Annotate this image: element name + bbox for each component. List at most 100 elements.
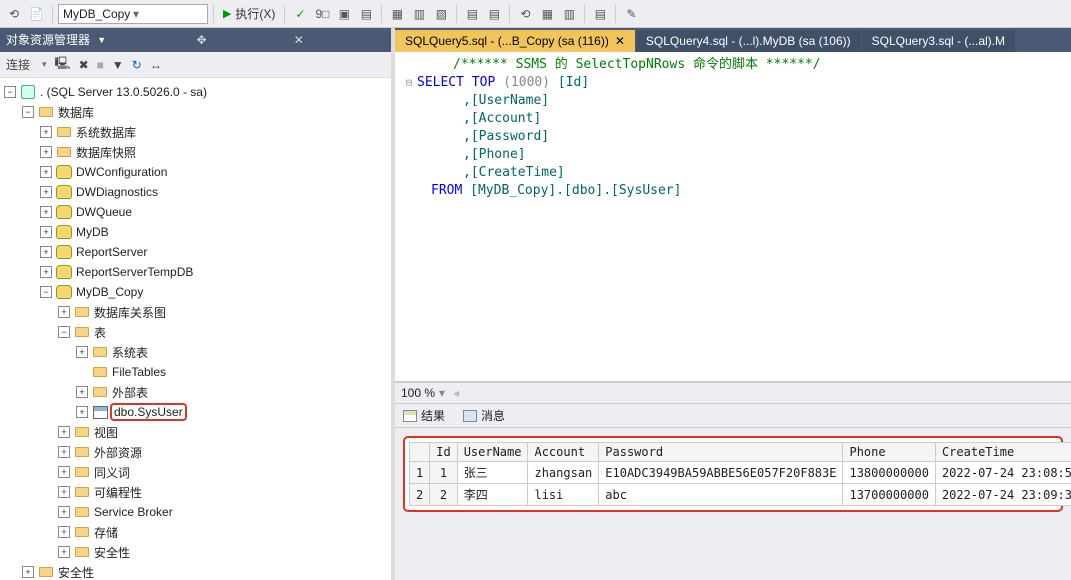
comment-icon[interactable]: ▧: [431, 3, 451, 25]
security2-node[interactable]: +安全性: [0, 562, 391, 580]
programmability-node[interactable]: +可编程性: [0, 482, 391, 502]
snapshot-node[interactable]: +数据库快照: [0, 142, 391, 162]
dwdiag-node[interactable]: +DWDiagnostics: [0, 182, 391, 202]
expand-icon[interactable]: +: [40, 246, 52, 258]
tables-node[interactable]: −表: [0, 322, 391, 342]
reportservertemp-node[interactable]: +ReportServerTempDB: [0, 262, 391, 282]
cell-account[interactable]: lisi: [528, 484, 599, 506]
outdent-icon[interactable]: ▤: [484, 3, 504, 25]
sysdb-node[interactable]: +系统数据库: [0, 122, 391, 142]
col-phone[interactable]: Phone: [843, 443, 935, 462]
expand-icon[interactable]: +: [58, 546, 70, 558]
dropdown-icon[interactable]: ▼: [97, 35, 188, 45]
live-stats-icon[interactable]: ▥: [559, 3, 579, 25]
cell-account[interactable]: zhangsan: [528, 462, 599, 484]
expand-icon[interactable]: +: [22, 566, 34, 578]
scroll-left-icon[interactable]: ◂: [453, 386, 459, 400]
col-password[interactable]: Password: [599, 443, 843, 462]
pin-icon[interactable]: ✥: [197, 33, 288, 47]
cell-phone[interactable]: 13700000000: [843, 484, 935, 506]
results-file-icon[interactable]: ▥: [409, 3, 429, 25]
col-createtime[interactable]: CreateTime: [935, 443, 1071, 462]
expand-icon[interactable]: +: [40, 166, 52, 178]
storage-node[interactable]: +存储: [0, 522, 391, 542]
databases-node[interactable]: −数据库: [0, 102, 391, 122]
history-back-icon[interactable]: ⟲: [4, 3, 24, 25]
expand-icon[interactable]: +: [58, 306, 70, 318]
collapse-icon[interactable]: −: [58, 326, 70, 338]
views-node[interactable]: +视图: [0, 422, 391, 442]
cell-createtime[interactable]: 2022-07-24 23:08:52.697: [935, 462, 1071, 484]
expand-icon[interactable]: +: [58, 486, 70, 498]
refresh-icon[interactable]: ↻: [132, 58, 142, 72]
collapse-icon[interactable]: −: [40, 286, 52, 298]
dwqueue-node[interactable]: +DWQueue: [0, 202, 391, 222]
systables-node[interactable]: +系统表: [0, 342, 391, 362]
filter-icon[interactable]: ▼: [112, 58, 124, 72]
extres-node[interactable]: +外部资源: [0, 442, 391, 462]
specify-values-icon[interactable]: ⟲: [515, 3, 535, 25]
expand-icon[interactable]: +: [58, 526, 70, 538]
database-combo[interactable]: MyDB_Copy ▾: [58, 4, 208, 24]
collapse-icon[interactable]: −: [22, 106, 34, 118]
cell-password[interactable]: E10ADC3949BA59ABBE56E057F20F883E: [599, 462, 843, 484]
col-id[interactable]: Id: [430, 443, 457, 462]
expand-icon[interactable]: +: [58, 506, 70, 518]
servicebroker-node[interactable]: +Service Broker: [0, 502, 391, 522]
mydb-node[interactable]: +MyDB: [0, 222, 391, 242]
expand-icon[interactable]: +: [40, 206, 52, 218]
sql-editor[interactable]: /****** SSMS 的 SelectTopNRows 命令的脚本 ****…: [395, 52, 1071, 382]
connect-label[interactable]: 连接: [6, 56, 30, 73]
object-explorer-tree[interactable]: −. (SQL Server 13.0.5026.0 - sa) −数据库 +系…: [0, 78, 391, 580]
results-grid-icon[interactable]: ▦: [387, 3, 407, 25]
cell-password[interactable]: abc: [599, 484, 843, 506]
expand-icon[interactable]: +: [40, 146, 52, 158]
dbdiagram-node[interactable]: +数据库关系图: [0, 302, 391, 322]
server-node[interactable]: −. (SQL Server 13.0.5026.0 - sa): [0, 82, 391, 102]
table-row[interactable]: 22李四lisiabc137000000002022-07-24 23:09:3…: [410, 484, 1071, 506]
indent-icon[interactable]: ▤: [462, 3, 482, 25]
expand-icon[interactable]: +: [76, 346, 88, 358]
table-row[interactable]: 11张三zhangsanE10ADC3949BA59ABBE56E057F20F…: [410, 462, 1071, 484]
expand-icon[interactable]: +: [40, 126, 52, 138]
sql-cmd-icon[interactable]: ✎: [621, 3, 641, 25]
dwconfig-node[interactable]: +DWConfiguration: [0, 162, 391, 182]
display-plan-icon[interactable]: ▣: [334, 3, 354, 25]
results-text-icon[interactable]: ▤: [356, 3, 376, 25]
tab-sqlquery5[interactable]: SQLQuery5.sql - (...B_Copy (sa (116))✕: [395, 30, 635, 52]
client-stats-icon[interactable]: ▤: [590, 3, 610, 25]
cell-username[interactable]: 李四: [457, 484, 528, 506]
synonym-node[interactable]: +同义词: [0, 462, 391, 482]
chevron-down-icon[interactable]: ▾: [439, 386, 445, 400]
expand-icon[interactable]: +: [76, 386, 88, 398]
messages-tab[interactable]: 消息: [463, 407, 505, 424]
tab-sqlquery4[interactable]: SQLQuery4.sql - (...l).MyDB (sa (106)): [636, 30, 861, 52]
expand-icon[interactable]: +: [76, 406, 88, 418]
filetables-node[interactable]: FileTables: [0, 362, 391, 382]
parse-icon[interactable]: 9□: [312, 3, 332, 25]
exttables-node[interactable]: +外部表: [0, 382, 391, 402]
results-tab[interactable]: 结果: [403, 407, 445, 424]
sync-icon[interactable]: ↔: [150, 58, 162, 72]
zoom-value[interactable]: 100 %: [401, 386, 435, 400]
cell-id[interactable]: 2: [430, 484, 457, 506]
sysuser-table-node[interactable]: +dbo.SysUser: [0, 402, 391, 422]
execute-button[interactable]: ▶ 执行(X): [219, 5, 279, 22]
expand-icon[interactable]: +: [58, 426, 70, 438]
mydbcopy-node[interactable]: −MyDB_Copy: [0, 282, 391, 302]
cell-id[interactable]: 1: [430, 462, 457, 484]
security1-node[interactable]: +安全性: [0, 542, 391, 562]
expand-icon[interactable]: +: [40, 266, 52, 278]
chevron-down-icon[interactable]: ▾: [42, 59, 47, 70]
cell-username[interactable]: 张三: [457, 462, 528, 484]
collapse-icon[interactable]: −: [4, 86, 16, 98]
col-account[interactable]: Account: [528, 443, 599, 462]
expand-icon[interactable]: +: [58, 446, 70, 458]
tab-sqlquery3[interactable]: SQLQuery3.sql - (...al).M: [862, 30, 1015, 52]
results-grid[interactable]: Id UserName Account Password Phone Creat…: [409, 442, 1071, 506]
expand-icon[interactable]: +: [40, 186, 52, 198]
disconnect-icon[interactable]: ✖: [79, 58, 89, 72]
debug-step-icon[interactable]: ✓: [290, 3, 310, 25]
close-icon[interactable]: ✕: [615, 34, 625, 48]
reportserver-node[interactable]: +ReportServer: [0, 242, 391, 262]
